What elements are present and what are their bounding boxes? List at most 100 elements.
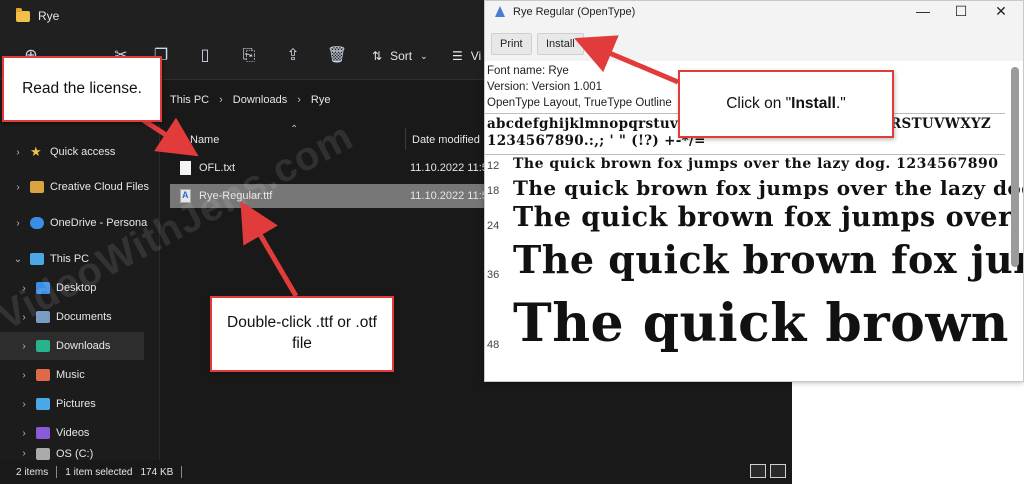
rename-icon[interactable]: ⎘	[238, 45, 260, 67]
nav-item-label: Documents	[56, 311, 112, 323]
nav-item-downloads[interactable]: › Downloads	[0, 332, 144, 360]
delete-icon[interactable]: 🗑	[326, 45, 348, 67]
size-label: 18	[487, 185, 500, 197]
tiles-view-icon[interactable]	[770, 464, 786, 478]
font-name: Font name: Rye	[487, 65, 569, 77]
view-button[interactable]: ☰ Vi	[452, 45, 481, 67]
music-icon	[36, 369, 50, 381]
status-item-count: 2 items	[16, 466, 49, 478]
text-file-icon	[180, 161, 191, 175]
nav-item-label: Videos	[56, 427, 90, 439]
file-date: 11.10.2022 11:5	[410, 190, 488, 202]
nav-item-label: Quick access	[50, 146, 116, 158]
chevron-right-icon: ›	[16, 217, 20, 229]
breadcrumb-item[interactable]: This PC	[170, 94, 209, 106]
nav-item-quick-access[interactable]: › ★ Quick access	[0, 138, 160, 166]
folder-icon	[16, 7, 30, 22]
sample-text: The quick brown fox jumps over the lazy …	[513, 156, 999, 172]
sort-button[interactable]: ⇅ Sort ⌄	[372, 45, 428, 67]
chevron-right-icon: ›	[22, 448, 26, 459]
status-bar: 2 items 1 item selected 174 KB	[0, 460, 792, 484]
font-layout: OpenType Layout, TrueType Outline	[487, 97, 672, 109]
callout-text-suffix: ."	[835, 94, 846, 112]
status-size: 174 KB	[140, 466, 174, 478]
sample-text: The quick brown fox jumps over the lazy …	[513, 202, 1023, 233]
drive-icon	[36, 448, 50, 460]
status-selected: 1 item selected	[65, 466, 133, 478]
nav-item-label: Downloads	[56, 340, 111, 352]
breadcrumb-item[interactable]: Rye	[311, 94, 331, 106]
file-date: 11.10.2022 11:5	[410, 162, 488, 174]
column-name[interactable]: Name	[190, 134, 219, 146]
chevron-down-icon: ⌄	[13, 253, 23, 265]
scrollbar-thumb[interactable]	[1011, 67, 1019, 267]
close-icon[interactable]: ✕	[981, 1, 1021, 23]
column-separator[interactable]	[405, 128, 406, 150]
status-separator	[181, 466, 183, 478]
view-icon: ☰	[452, 49, 463, 63]
pc-icon	[30, 253, 44, 265]
charset-digits: 1234567890.:,; ' " (!?) +-*/=	[487, 133, 706, 149]
chevron-right-icon: ›	[297, 94, 301, 106]
maximize-icon[interactable]: ☐	[941, 1, 981, 23]
breadcrumb-item[interactable]: Downloads	[233, 94, 287, 106]
callout-read-license: Read the license.	[2, 56, 162, 122]
view-toggle	[750, 464, 786, 478]
nav-item-label: Pictures	[56, 398, 96, 410]
callout-text: Click on "Install."	[726, 94, 846, 115]
callout-click-install: Click on "Install."	[678, 70, 894, 138]
star-icon: ★	[30, 144, 42, 159]
nav-item-label: Music	[56, 369, 85, 381]
column-date-modified[interactable]: Date modified	[412, 134, 480, 146]
minimize-icon[interactable]: —	[903, 1, 943, 23]
chevron-right-icon: ›	[16, 181, 20, 193]
creative-cloud-icon	[30, 181, 44, 193]
sample-text: The quick brown fox jumps over the lazy …	[513, 176, 1023, 200]
install-button[interactable]: Install	[537, 33, 584, 55]
downloads-icon	[36, 340, 50, 352]
nav-item-music[interactable]: › Music	[0, 361, 160, 389]
chevron-right-icon: ›	[22, 369, 26, 381]
status-separator	[56, 466, 58, 478]
callout-text: Double-click .ttf or .otf file	[227, 314, 377, 352]
callout-text-bold: Install	[791, 94, 836, 112]
chevron-right-icon: ›	[16, 146, 20, 158]
chevron-right-icon: ›	[219, 94, 223, 106]
callout-text: Read the license.	[22, 79, 142, 97]
nav-item-pictures[interactable]: › Pictures	[0, 390, 160, 418]
details-view-icon[interactable]	[750, 464, 766, 478]
sort-icon: ⇅	[372, 49, 383, 63]
paste-icon[interactable]: ▯	[194, 45, 216, 67]
size-label: 48	[487, 339, 500, 351]
videos-icon	[36, 427, 50, 439]
font-viewer-window: Rye Regular (OpenType) — ☐ ✕ Print Insta…	[484, 0, 1024, 382]
chevron-right-icon: ›	[22, 398, 26, 410]
breadcrumb: This PC › Downloads › Rye	[170, 94, 330, 106]
callout-double-click: Double-click .ttf or .otf file	[210, 296, 394, 372]
charset-uppercase-tail: RSTUVWXYZ	[890, 116, 992, 132]
viewer-toolbar: Print Install	[485, 23, 1023, 61]
chevron-right-icon: ›	[22, 427, 26, 439]
pictures-icon	[36, 398, 50, 410]
sample-text: The quick brown fox jumps over the lazy …	[513, 237, 1023, 282]
share-icon[interactable]: ⇪	[282, 45, 304, 67]
print-button[interactable]: Print	[491, 33, 532, 55]
explorer-title: Rye	[38, 9, 60, 23]
viewer-title: Rye Regular (OpenType)	[513, 6, 636, 18]
charset-lowercase: abcdefghijklmnopqrstuv	[487, 116, 679, 132]
callout-text-prefix: Click on "	[726, 94, 792, 112]
view-label: Vi	[470, 49, 482, 63]
size-label: 12	[487, 160, 500, 172]
size-label: 24	[487, 220, 500, 232]
chevron-right-icon: ›	[22, 340, 26, 352]
size-label: 36	[487, 269, 500, 281]
nav-item-creative-cloud[interactable]: › Creative Cloud Files	[0, 173, 160, 201]
sort-label: Sort	[390, 49, 413, 63]
viewer-titlebar: Rye Regular (OpenType) — ☐ ✕	[485, 1, 1023, 23]
sort-up-icon: ⌃	[290, 124, 299, 135]
font-viewer-logo-icon	[493, 6, 507, 18]
sample-text: The quick brown fox jumps over the lazy …	[513, 293, 1023, 354]
onedrive-icon	[30, 217, 44, 229]
nav-item-videos[interactable]: › Videos	[0, 419, 160, 447]
font-version: Version: Version 1.001	[487, 81, 603, 93]
